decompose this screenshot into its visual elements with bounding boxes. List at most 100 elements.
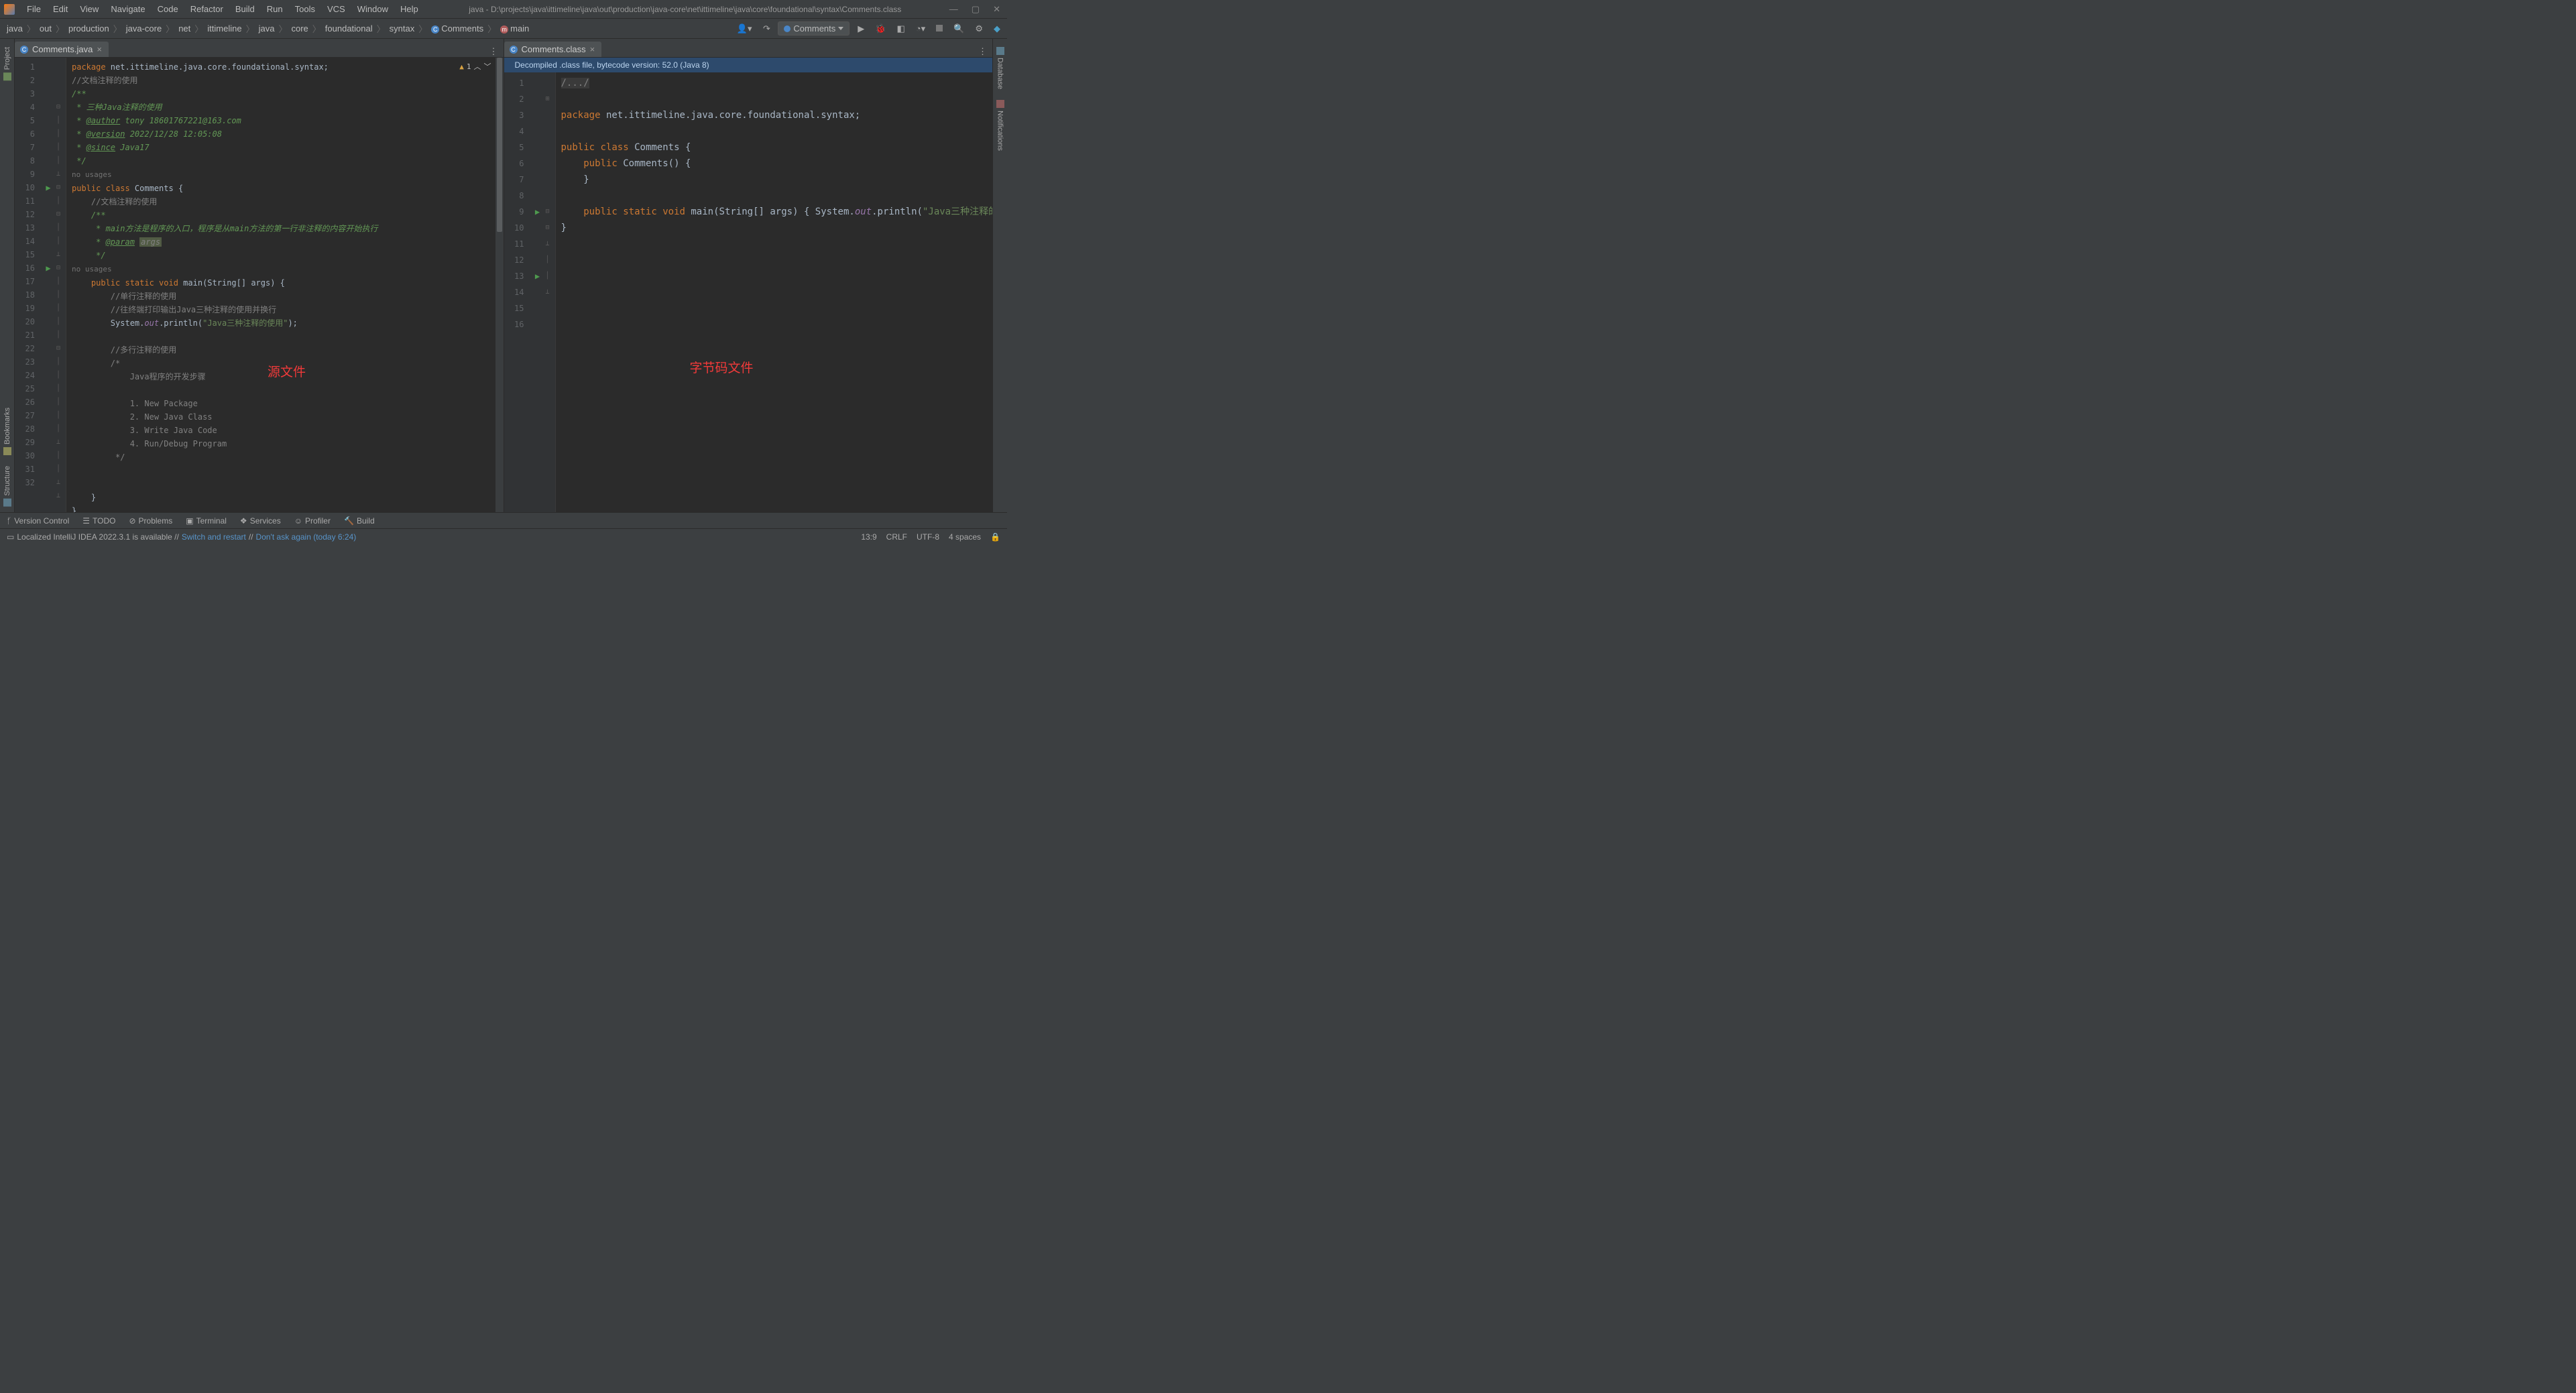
annotation-bytecode: 字节码文件 [690, 361, 754, 377]
tab-menu-icon[interactable]: ⋮ [489, 46, 498, 57]
close-icon[interactable]: × [97, 44, 102, 54]
gutter-right: 1 2 3 4 5 6 7 8 9 10 11 12 13 14 15 16 ▶… [504, 72, 556, 512]
debug-button[interactable]: 🐞 [872, 22, 888, 36]
profile-button[interactable]: ◔▾ [913, 22, 928, 36]
crumb-ittimeline[interactable]: ittimeline [204, 22, 244, 35]
tab-comments-java[interactable]: C Comments.java × [15, 42, 109, 57]
tool-todo[interactable]: ☰TODO [82, 516, 115, 526]
run-button[interactable]: ▶ [855, 22, 867, 36]
class-icon: C [431, 25, 439, 34]
status-caret-pos[interactable]: 13:9 [861, 532, 876, 542]
crumb-java[interactable]: java [4, 22, 25, 35]
run-config-selector[interactable]: Comments [778, 21, 850, 36]
prev-highlight-icon[interactable]: ︿ [474, 60, 481, 74]
crumb-javacore[interactable]: java-core [123, 22, 164, 35]
tab-label: Comments.java [32, 44, 93, 54]
tool-profiler[interactable]: ☺Profiler [294, 516, 331, 526]
menu-window[interactable]: Window [352, 3, 394, 15]
code-area-left[interactable]: 1 2 3 4 5 6 7 8 9 10 11 12 13 14 15 16 1… [15, 58, 504, 512]
side-tab-database[interactable]: Database [995, 42, 1006, 95]
run-config-label: Comments [793, 23, 835, 34]
status-bar: ▭ Localized IntelliJ IDEA 2022.3.1 is av… [0, 528, 1007, 544]
menu-build[interactable]: Build [230, 3, 260, 15]
side-tab-bookmarks[interactable]: Bookmarks [2, 402, 13, 461]
stop-button[interactable] [933, 22, 945, 35]
tool-services[interactable]: ❖Services [240, 516, 281, 526]
tab-menu-icon[interactable]: ⋮ [978, 46, 987, 57]
vcs-revert-icon[interactable]: ↶ [760, 22, 773, 36]
side-tab-notifications[interactable]: Notifications [995, 95, 1006, 156]
crumb-core[interactable]: core [288, 22, 310, 35]
search-icon[interactable]: 🔍 [951, 22, 967, 36]
tab-comments-class[interactable]: C Comments.class × [504, 42, 602, 57]
menu-navigate[interactable]: Navigate [105, 3, 150, 15]
coverage-button[interactable]: ◧ [894, 22, 907, 36]
annotation-source: 源文件 [268, 366, 306, 379]
branch-icon: ᚶ [7, 516, 11, 526]
tool-problems[interactable]: ⊘Problems [129, 516, 172, 526]
line-numbers-left: 1 2 3 4 5 6 7 8 9 10 11 12 13 14 15 16 1… [15, 58, 40, 512]
crumb-method[interactable]: mmain [497, 22, 532, 35]
minimize-button[interactable]: — [947, 4, 961, 15]
warning-count: 1 [467, 60, 471, 74]
code-text-left[interactable]: package net.ittimeline.java.core.foundat… [66, 58, 495, 512]
status-line-sep[interactable]: CRLF [886, 532, 907, 542]
right-tool-stripe: Database Notifications [992, 39, 1007, 512]
menu-view[interactable]: View [74, 3, 104, 15]
status-dontask-link[interactable]: Don't ask again (today 6:24) [256, 532, 357, 542]
warning-icon: ▲ [459, 60, 464, 74]
close-button[interactable]: ✕ [990, 4, 1003, 15]
side-tab-structure[interactable]: Structure [2, 461, 13, 512]
scrollbar-left[interactable] [495, 58, 504, 512]
profiler-icon: ☺ [294, 516, 302, 526]
tool-build[interactable]: 🔨Build [344, 516, 375, 526]
menu-code[interactable]: Code [152, 3, 184, 15]
run-gutter-icon[interactable]: ▶ [46, 183, 50, 192]
line-numbers-right: 1 2 3 4 5 6 7 8 9 10 11 12 13 14 15 16 [504, 72, 530, 512]
run-gutter-icon[interactable]: ▶ [46, 263, 50, 273]
run-gutter-icon[interactable]: ▶ [535, 207, 540, 217]
menu-help[interactable]: Help [395, 3, 424, 15]
editor-pane-source: C Comments.java × ⋮ 1 2 3 4 5 6 7 8 9 10… [15, 39, 504, 512]
tool-version-control[interactable]: ᚶVersion Control [7, 516, 69, 526]
crumb-production[interactable]: production [66, 22, 112, 35]
gutter-run-icons-right[interactable]: ▶ ▶ [530, 72, 546, 512]
crumb-class[interactable]: CComments [428, 22, 486, 35]
window-title: java - D:\projects\java\ittimeline\java\… [424, 5, 947, 14]
build-icon: 🔨 [344, 516, 354, 526]
menu-file[interactable]: File [21, 3, 46, 15]
bell-icon [996, 100, 1004, 108]
title-bar: File Edit View Navigate Code Refactor Bu… [0, 0, 1007, 19]
maximize-button[interactable]: ▢ [969, 4, 982, 15]
next-highlight-icon[interactable]: ﹀ [484, 60, 491, 74]
crumb-java2[interactable]: java [256, 22, 278, 35]
problems-icon: ⊘ [129, 516, 135, 526]
menu-run[interactable]: Run [261, 3, 288, 15]
readonly-lock-icon[interactable]: 🔒 [990, 532, 1000, 542]
side-tab-project[interactable]: Project [2, 42, 13, 86]
status-encoding[interactable]: UTF-8 [917, 532, 939, 542]
window-controls: — ▢ ✕ [947, 4, 1003, 15]
menu-edit[interactable]: Edit [48, 3, 73, 15]
tool-terminal[interactable]: ▣Terminal [186, 516, 227, 526]
plugin-icon[interactable]: ◆ [991, 22, 1003, 36]
settings-icon[interactable]: ⚙ [972, 22, 986, 36]
run-gutter-icon[interactable]: ▶ [535, 271, 540, 281]
menu-refactor[interactable]: Refactor [185, 3, 229, 15]
crumb-out[interactable]: out [37, 22, 54, 35]
crumb-foundational[interactable]: foundational [323, 22, 375, 35]
status-indent[interactable]: 4 spaces [949, 532, 981, 542]
crumb-net[interactable]: net [176, 22, 193, 35]
menu-vcs[interactable]: VCS [322, 3, 351, 15]
code-text-right[interactable]: /.../ package net.ittimeline.java.core.f… [556, 72, 993, 512]
gutter-run-icons[interactable]: ▶ ▶ [40, 58, 56, 512]
menu-tools[interactable]: Tools [290, 3, 320, 15]
fold-icons-left[interactable]: ⊟ │ │ │ │ ⊥ ⊟ │ ⊟ │ │ ⊥ ⊟ │ │ │ │ │ ⊟ │ … [56, 58, 66, 512]
close-icon[interactable]: × [590, 44, 595, 54]
fold-icons-right[interactable]: ⊞ ⊟ ⊟ ⊥ │ │ ⊥ [546, 72, 555, 512]
crumb-syntax[interactable]: syntax [387, 22, 418, 35]
code-area-right[interactable]: 1 2 3 4 5 6 7 8 9 10 11 12 13 14 15 16 ▶… [504, 72, 993, 512]
status-switch-link[interactable]: Switch and restart [182, 532, 246, 542]
add-user-icon[interactable]: 👤▾ [734, 22, 755, 36]
inspection-badge[interactable]: ▲ 1 ︿ ﹀ [459, 60, 491, 74]
